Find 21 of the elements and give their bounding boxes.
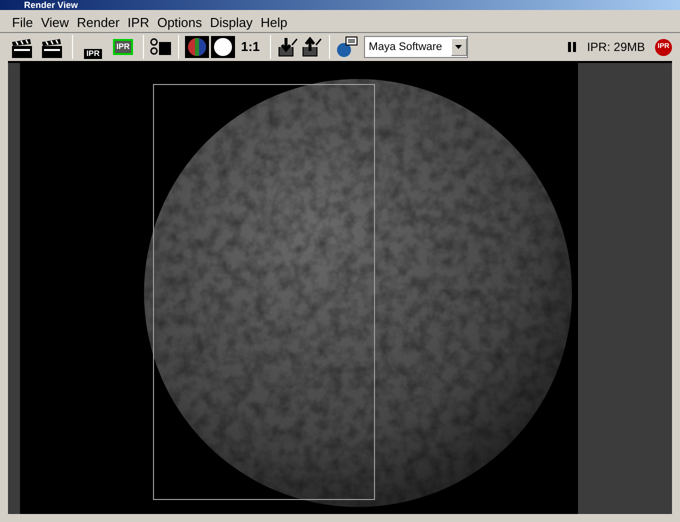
keep-image-icon[interactable] <box>276 37 299 57</box>
caret-icon <box>455 45 462 49</box>
ipr-render-button[interactable]: IPR <box>79 35 107 59</box>
renderer-dropdown[interactable]: Maya Software <box>364 36 468 58</box>
pause-icon[interactable] <box>566 41 577 53</box>
render-globals-icon[interactable] <box>336 36 358 58</box>
rgb-channels-icon[interactable] <box>185 36 209 58</box>
menu-item[interactable]: Display <box>206 13 257 33</box>
ipr-region-button[interactable]: IPR <box>109 35 137 59</box>
alpha-channel-icon[interactable] <box>211 36 235 58</box>
remove-image-icon[interactable] <box>300 37 323 57</box>
snapshot-icon[interactable] <box>150 37 172 57</box>
menu-item[interactable]: File <box>8 13 37 33</box>
window-title-bar: Render View <box>0 0 680 10</box>
menu-item[interactable]: Options <box>153 13 206 33</box>
menu-item[interactable]: Render <box>72 13 124 33</box>
menu-item[interactable]: View <box>36 13 73 33</box>
menu-item[interactable]: IPR <box>124 13 154 33</box>
ipr-memory-label: IPR: 29MB <box>586 39 645 56</box>
real-size-button[interactable]: 1:1 <box>237 37 264 57</box>
menu-item[interactable]: Help <box>256 13 292 33</box>
